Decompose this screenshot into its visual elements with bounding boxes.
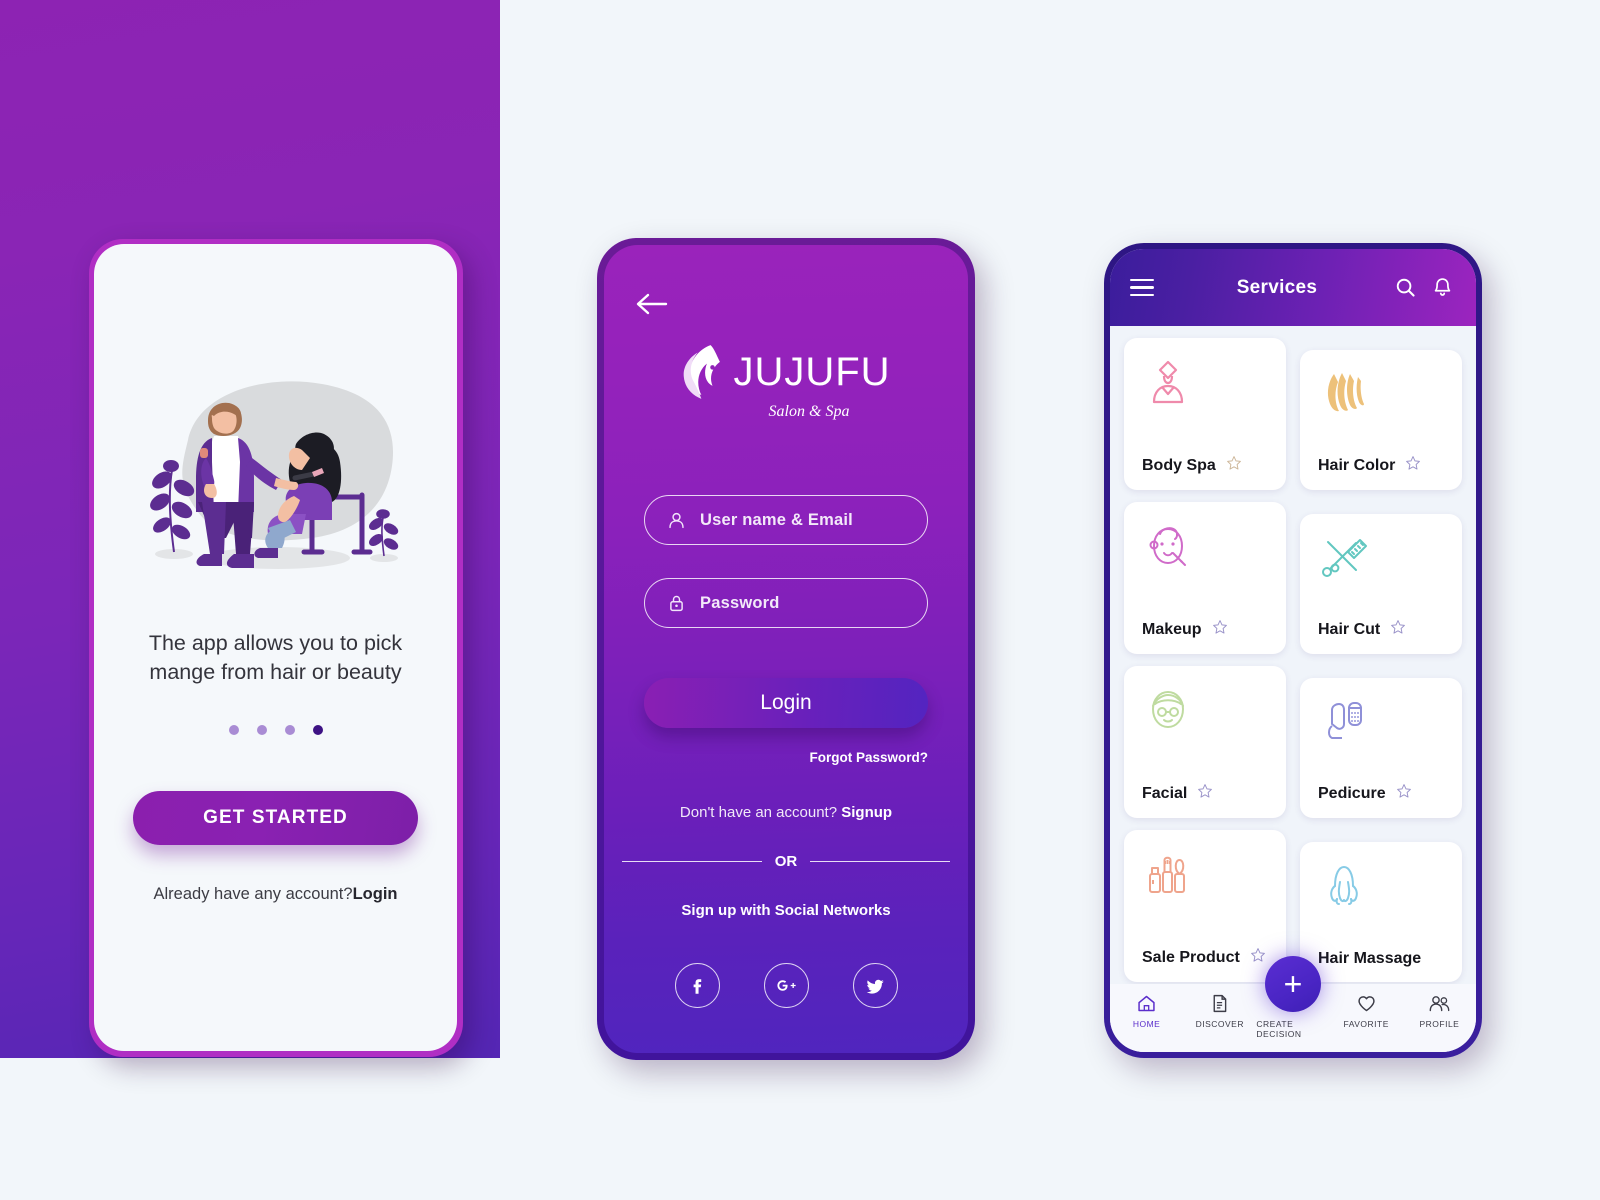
already-have-account-row: Already have any account?Login [154,885,398,904]
screenshot-root: The app allows you to pick mange from ha… [0,0,1600,1200]
body-spa-icon [1142,356,1194,408]
divider-line-right [810,860,950,863]
service-card-hair-color[interactable]: Hair Color [1300,350,1462,490]
social-buttons [674,963,898,1008]
service-label: Hair Cut [1318,620,1381,638]
services-grid: Body Spa Hair Color Makeup Hair Cut Faci… [1110,326,1476,984]
username-input[interactable]: User name & Email [644,495,928,545]
service-card-body-spa[interactable]: Body Spa [1124,338,1286,490]
hair-color-icon [1318,368,1370,420]
phone-onboarding: The app allows you to pick mange from ha… [89,239,463,1057]
scissors-comb-icon [1318,532,1370,584]
favorite-star-icon[interactable] [1390,619,1406,640]
service-label: Facial [1142,784,1188,802]
signup-prompt-text: Don't have an account? [679,804,842,821]
onboarding-screen: The app allows you to pick mange from ha… [94,244,457,1051]
service-label: Sale Product [1142,948,1240,966]
bottom-navigation: + HOME DISCOVER CREATE DECISION FAVORITE… [1110,956,1476,1052]
signup-link[interactable]: Signup [841,804,892,821]
already-have-account-text: Already have any account? [153,885,353,903]
hamburger-menu-icon[interactable] [1130,278,1154,297]
pagination-dot-3[interactable] [284,725,295,735]
password-input[interactable]: Password [644,578,928,628]
pagination-dot-1[interactable] [228,725,239,735]
services-topbar: Services [1110,249,1476,326]
or-divider: OR [622,853,950,870]
service-label: Pedicure [1318,784,1386,802]
document-icon [1213,994,1227,1013]
divider-line-left [622,860,762,863]
nav-label: FAVORITE [1343,1019,1389,1029]
service-label: Hair Color [1318,456,1396,474]
brand-tagline: Salon & Spa [768,403,850,420]
facebook-icon [693,978,702,994]
login-screen: JUJUFU Salon & Spa User name & Email Pas… [604,245,968,1053]
google-plus-icon [776,980,796,991]
pagination-dots [228,725,323,735]
hair-massage-icon [1318,860,1370,912]
nav-label: DISCOVER [1195,1019,1244,1029]
nav-item-favorite[interactable]: FAVORITE [1330,993,1403,1029]
nav-item-profile[interactable]: PROFILE [1403,993,1476,1029]
hair-silhouette-icon [684,345,721,399]
search-icon[interactable] [1394,276,1417,299]
favorite-star-icon[interactable] [1396,783,1412,804]
makeup-face-icon [1142,520,1194,572]
phone-services: Services Body Spa Hair Color Makeup Hair… [1104,243,1482,1058]
makeup-artist-illustration [126,362,426,577]
home-icon [1138,995,1155,1012]
phone-login: JUJUFU Salon & Spa User name & Email Pas… [597,238,975,1060]
brand-logo: JUJUFU Salon & Spa [681,343,890,421]
nav-item-home[interactable]: HOME [1110,993,1183,1029]
facebook-button[interactable] [674,963,720,1008]
lock-icon [670,595,683,611]
pagination-dot-4[interactable] [312,725,323,735]
heart-icon [1358,996,1375,1012]
get-started-button[interactable]: GET STARTED [133,791,418,845]
people-icon [1429,996,1450,1012]
forgot-password-link[interactable]: Forgot Password? [644,750,928,765]
favorite-star-icon[interactable] [1405,455,1421,476]
favorite-star-icon[interactable] [1212,619,1228,640]
services-screen: Services Body Spa Hair Color Makeup Hair… [1110,249,1476,1052]
nav-item-discover[interactable]: DISCOVER [1183,993,1256,1029]
nav-label: CREATE DECISION [1256,1019,1302,1039]
service-card-hair-cut[interactable]: Hair Cut [1300,514,1462,654]
facial-mask-icon [1142,684,1194,736]
service-card-hair-massage[interactable]: Hair Massage [1300,842,1462,982]
back-arrow-icon[interactable] [634,291,668,317]
service-label: Hair Massage [1318,950,1422,967]
service-card-pedicure[interactable]: Pedicure [1300,678,1462,818]
service-card-makeup[interactable]: Makeup [1124,502,1286,654]
brand-name: JUJUFU [733,349,891,394]
twitter-icon [866,979,884,994]
onboarding-headline: The app allows you to pick mange from ha… [148,631,403,684]
favorite-star-icon[interactable] [1226,455,1242,476]
or-label: OR [774,853,798,870]
service-card-sale-product[interactable]: Sale Product [1124,830,1286,982]
service-card-facial[interactable]: Facial [1124,666,1286,818]
nav-label: HOME [1132,1019,1161,1029]
service-label: Makeup [1142,620,1202,638]
cosmetics-icon [1142,848,1194,900]
plus-icon: + [1283,966,1303,1002]
create-decision-fab[interactable]: + [1265,956,1321,1012]
signup-row: Don't have an account? Signup [680,804,892,821]
bell-icon[interactable] [1431,276,1454,299]
twitter-button[interactable] [852,963,898,1008]
user-icon [669,512,684,528]
login-button[interactable]: Login [644,678,928,728]
username-placeholder: User name & Email [700,510,853,529]
pagination-dot-2[interactable] [256,725,267,735]
nail-polish-icon [1318,696,1370,748]
service-label: Body Spa [1142,456,1216,474]
nav-label: PROFILE [1419,1019,1460,1029]
password-placeholder: Password [700,593,780,612]
favorite-star-icon[interactable] [1197,783,1213,804]
page-title: Services [1236,276,1318,298]
social-networks-title: Sign up with Social Networks [681,902,891,919]
login-link[interactable]: Login [353,885,398,903]
google-plus-button[interactable] [763,963,809,1008]
favorite-star-icon[interactable] [1250,947,1266,968]
